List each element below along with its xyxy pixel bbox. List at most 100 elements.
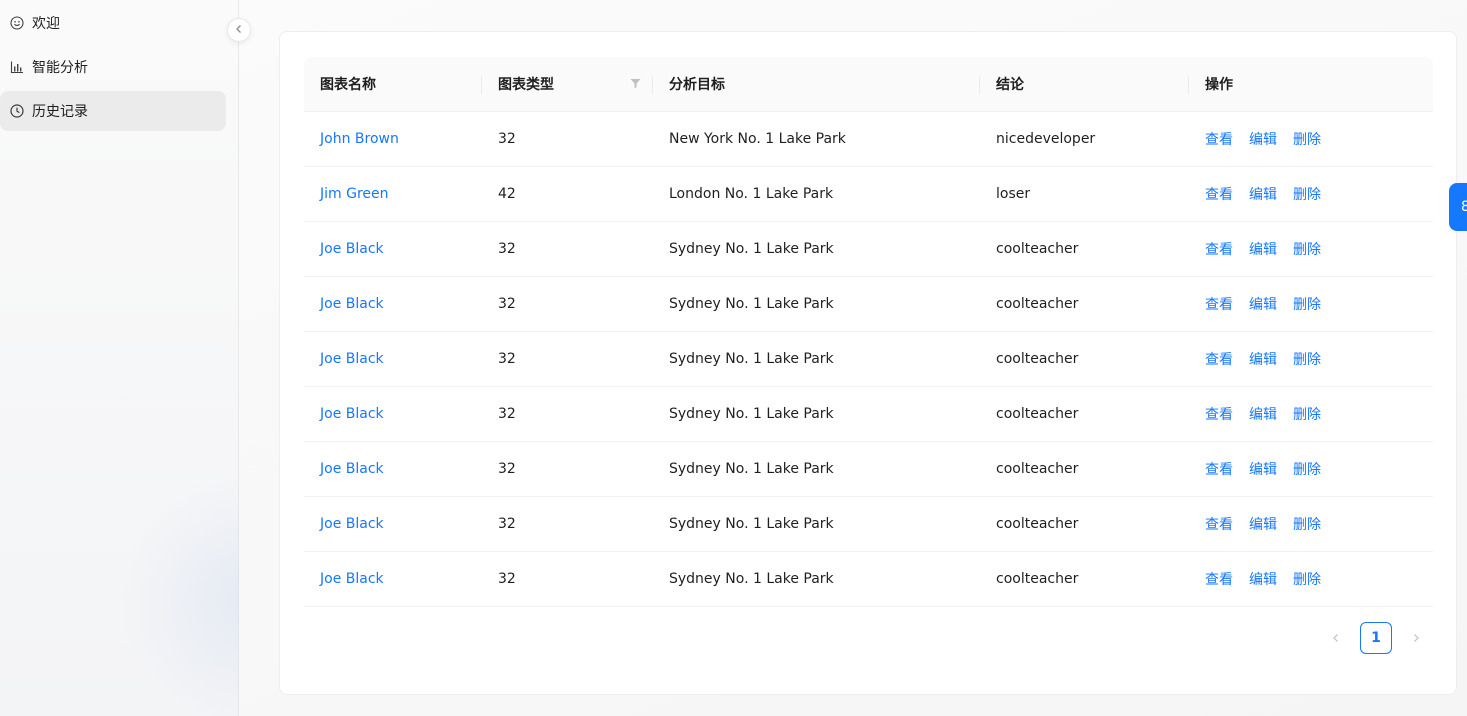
- chart-name-link[interactable]: Joe Black: [320, 296, 384, 312]
- main-content: 图表名称 图表类型 分析目标 结论 操作 John Brown 32 New Y…: [239, 0, 1467, 716]
- delete-button[interactable]: 删除: [1293, 184, 1321, 204]
- cell-result: coolteacher: [980, 497, 1189, 551]
- cell-result: coolteacher: [980, 222, 1189, 276]
- cell-result: nicedeveloper: [980, 112, 1189, 166]
- analysis-goal-value: Sydney No. 1 Lake Park: [669, 351, 834, 367]
- delete-button[interactable]: 删除: [1293, 294, 1321, 314]
- edit-button[interactable]: 编辑: [1249, 129, 1277, 149]
- cell-type: 32: [482, 552, 653, 606]
- conclusion-value: coolteacher: [996, 241, 1079, 257]
- delete-button[interactable]: 删除: [1293, 404, 1321, 424]
- delete-button[interactable]: 删除: [1293, 129, 1321, 149]
- column-header-label: 图表类型: [498, 77, 554, 93]
- cell-type: 32: [482, 387, 653, 441]
- analysis-goal-value: London No. 1 Lake Park: [669, 186, 834, 202]
- cell-name: Jim Green: [304, 167, 482, 221]
- cell-result: coolteacher: [980, 387, 1189, 441]
- cell-type: 32: [482, 497, 653, 551]
- floating-side-button-label: 8: [1461, 199, 1467, 215]
- table-row: Joe Black 32 Sydney No. 1 Lake Park cooltea…: [304, 222, 1433, 277]
- view-button[interactable]: 查看: [1205, 129, 1233, 149]
- chart-name-link[interactable]: John Brown: [320, 131, 399, 147]
- view-button[interactable]: 查看: [1205, 239, 1233, 259]
- conclusion-value: coolteacher: [996, 351, 1079, 367]
- chart-type-value: 32: [498, 296, 516, 312]
- table-row: John Brown 32 New York No. 1 Lake Park nice…: [304, 112, 1433, 167]
- chevron-left-icon: [1333, 634, 1338, 642]
- edit-button[interactable]: 编辑: [1249, 404, 1277, 424]
- column-header-type: 图表类型: [482, 57, 653, 111]
- cell-result: coolteacher: [980, 552, 1189, 606]
- delete-button[interactable]: 删除: [1293, 514, 1321, 534]
- column-header-name: 图表名称: [304, 57, 482, 111]
- cell-actions: 查看 编辑 删除: [1189, 332, 1433, 386]
- column-header-goal: 分析目标: [653, 57, 980, 111]
- filter-icon[interactable]: [629, 77, 641, 89]
- column-header-label: 分析目标: [669, 77, 725, 93]
- view-button[interactable]: 查看: [1205, 349, 1233, 369]
- chart-name-link[interactable]: Joe Black: [320, 351, 384, 367]
- table-body: John Brown 32 New York No. 1 Lake Park nice…: [304, 112, 1433, 607]
- cell-actions: 查看 编辑 删除: [1189, 112, 1433, 166]
- view-button[interactable]: 查看: [1205, 459, 1233, 479]
- column-header-result: 结论: [980, 57, 1189, 111]
- analysis-goal-value: Sydney No. 1 Lake Park: [669, 571, 834, 587]
- edit-button[interactable]: 编辑: [1249, 569, 1277, 589]
- pagination-page-button[interactable]: 1: [1360, 622, 1392, 654]
- chart-type-value: 42: [498, 186, 516, 202]
- cell-result: loser: [980, 167, 1189, 221]
- sidebar: 欢迎 智能分析 历史记录: [0, 0, 380, 716]
- edit-button[interactable]: 编辑: [1249, 294, 1277, 314]
- view-button[interactable]: 查看: [1205, 294, 1233, 314]
- cell-result: coolteacher: [980, 442, 1189, 496]
- cell-type: 32: [482, 277, 653, 331]
- delete-button[interactable]: 删除: [1293, 459, 1321, 479]
- chart-name-link[interactable]: Joe Black: [320, 461, 384, 477]
- chart-name-link[interactable]: Joe Black: [320, 241, 384, 257]
- floating-side-button[interactable]: 8: [1449, 183, 1467, 231]
- cell-name: Joe Black: [304, 277, 482, 331]
- delete-button[interactable]: 删除: [1293, 569, 1321, 589]
- sidebar-item-history[interactable]: 历史记录: [0, 91, 226, 131]
- edit-button[interactable]: 编辑: [1249, 459, 1277, 479]
- analysis-goal-value: Sydney No. 1 Lake Park: [669, 516, 834, 532]
- cell-type: 32: [482, 442, 653, 496]
- cell-name: Joe Black: [304, 222, 482, 276]
- table-header: 图表名称 图表类型 分析目标 结论 操作: [304, 57, 1433, 112]
- chart-name-link[interactable]: Joe Black: [320, 406, 384, 422]
- delete-button[interactable]: 删除: [1293, 239, 1321, 259]
- chart-name-link[interactable]: Jim Green: [320, 186, 389, 202]
- sidebar-item-welcome[interactable]: 欢迎: [0, 3, 226, 43]
- delete-button[interactable]: 删除: [1293, 349, 1321, 369]
- cell-actions: 查看 编辑 删除: [1189, 387, 1433, 441]
- cell-goal: Sydney No. 1 Lake Park: [653, 442, 980, 496]
- cell-goal: Sydney No. 1 Lake Park: [653, 497, 980, 551]
- chart-type-value: 32: [498, 571, 516, 587]
- view-button[interactable]: 查看: [1205, 569, 1233, 589]
- cell-actions: 查看 编辑 删除: [1189, 222, 1433, 276]
- edit-button[interactable]: 编辑: [1249, 514, 1277, 534]
- cell-goal: Sydney No. 1 Lake Park: [653, 332, 980, 386]
- analysis-goal-value: Sydney No. 1 Lake Park: [669, 406, 834, 422]
- chart-type-value: 32: [498, 131, 516, 147]
- conclusion-value: coolteacher: [996, 516, 1079, 532]
- pagination: 1: [1320, 622, 1432, 654]
- cell-name: Joe Black: [304, 332, 482, 386]
- edit-button[interactable]: 编辑: [1249, 239, 1277, 259]
- table-row: Joe Black 32 Sydney No. 1 Lake Park cooltea…: [304, 387, 1433, 442]
- chart-name-link[interactable]: Joe Black: [320, 516, 384, 532]
- chart-name-link[interactable]: Joe Black: [320, 571, 384, 587]
- pagination-next-button[interactable]: [1400, 622, 1432, 654]
- view-button[interactable]: 查看: [1205, 404, 1233, 424]
- cell-actions: 查看 编辑 删除: [1189, 277, 1433, 331]
- view-button[interactable]: 查看: [1205, 184, 1233, 204]
- history-card: 图表名称 图表类型 分析目标 结论 操作 John Brown 32 New Y…: [279, 31, 1457, 695]
- view-button[interactable]: 查看: [1205, 514, 1233, 534]
- chart-type-value: 32: [498, 406, 516, 422]
- edit-button[interactable]: 编辑: [1249, 184, 1277, 204]
- edit-button[interactable]: 编辑: [1249, 349, 1277, 369]
- sidebar-collapse-button[interactable]: [227, 18, 251, 42]
- sidebar-item-analysis[interactable]: 智能分析: [0, 47, 226, 87]
- pagination-prev-button[interactable]: [1320, 622, 1352, 654]
- chart-type-value: 32: [498, 351, 516, 367]
